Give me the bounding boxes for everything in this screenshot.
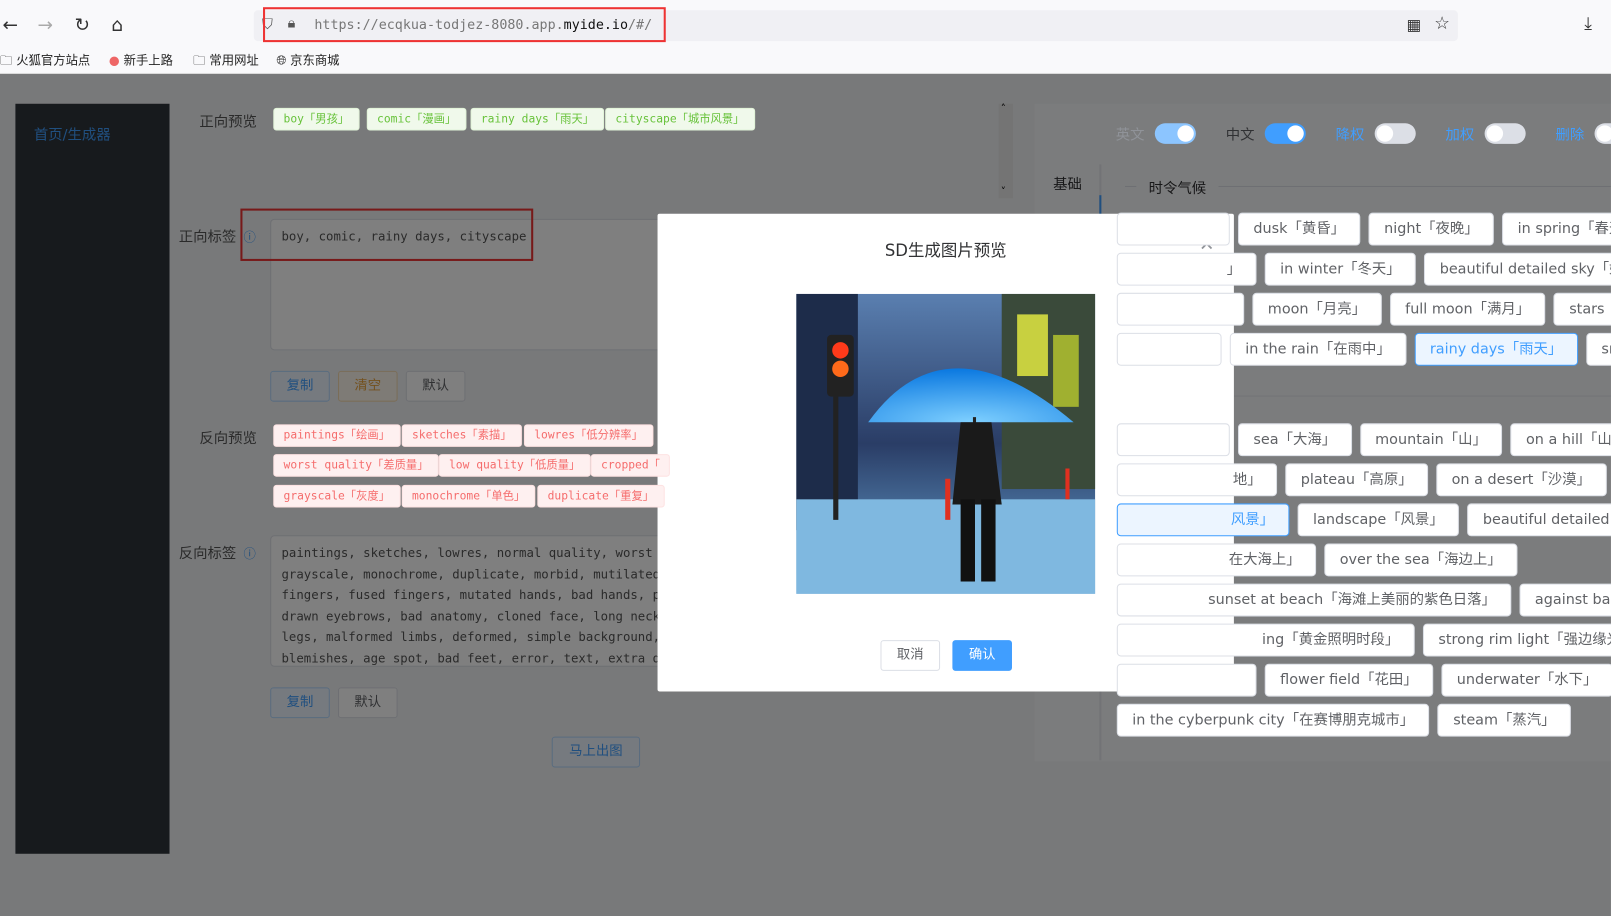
keyword-tag[interactable]: on a desert「沙漠」	[1436, 463, 1607, 497]
keyword-tag[interactable]: flower field「花田」	[1264, 663, 1434, 697]
keyword-tag[interactable]: dusk「黄昏」	[1238, 212, 1361, 246]
tag-row: 」in winter「冬天」beautiful detailed sky「好天」	[1116, 252, 1611, 286]
keyword-tag[interactable]: moon「月亮」	[1252, 292, 1382, 326]
toggle-label: 加权	[1445, 127, 1475, 144]
back-icon[interactable]: ←	[0, 14, 23, 36]
keyword-tag[interactable]	[1116, 292, 1245, 326]
negative-tag[interactable]: lowres「低分辨率」	[523, 424, 654, 447]
tag-row: 风景」landscape「风景」beautiful detailed water	[1116, 503, 1611, 537]
confirm-button[interactable]: 确认	[952, 640, 1012, 671]
tag-row: moon「月亮」full moon「满月」stars「星星」	[1116, 292, 1611, 326]
tag-row: in the cyberpunk city「在赛博朋克城市」 steam「蒸汽」	[1116, 703, 1571, 737]
keyword-tag[interactable]: 风景」	[1116, 503, 1290, 537]
keyword-tag[interactable]: beautiful detailed water	[1467, 503, 1611, 537]
negative-tag[interactable]: grayscale「灰度」	[273, 484, 401, 508]
negative-tag[interactable]: low quality「低质量」	[438, 454, 591, 477]
negative-tag[interactable]: monochrome「单色」	[401, 484, 536, 508]
keyword-tag[interactable]: in spring「春天」	[1502, 212, 1611, 246]
toggle-switch[interactable]	[1374, 123, 1416, 144]
keyword-tag[interactable]: 」	[1116, 252, 1257, 286]
keyword-tag[interactable]: steam「蒸汽」	[1437, 703, 1571, 737]
keyword-tag[interactable]: underwater「水下」	[1441, 663, 1611, 697]
toggle-switch[interactable]	[1484, 123, 1526, 144]
keyword-tag[interactable]: beautiful detailed sky「好天」	[1424, 252, 1611, 286]
tag-row: sea「大海」mountain「山」on a hill「山上」	[1116, 423, 1611, 457]
tag-row: dusk「黄昏」night「夜晚」in spring「春天」	[1116, 212, 1611, 246]
keyword-tag[interactable]: stars「星星」	[1553, 292, 1611, 326]
keyword-tag[interactable]: in the cyberpunk city「在赛博朋克城市」	[1116, 703, 1430, 737]
bookmark-globe[interactable]: 🌐︎ 京东商城	[276, 51, 339, 68]
keyword-tag[interactable]: plateau「高原」	[1285, 463, 1429, 497]
tag-row: 在大海上」 over the sea「海边上」	[1116, 543, 1518, 577]
keyword-tag[interactable]: over the sea「海边上」	[1324, 543, 1518, 577]
negative-tag[interactable]: duplicate「重复」	[537, 484, 665, 508]
keyword-tag[interactable]: in the rain「在雨中」	[1229, 332, 1407, 366]
toggle-label: 删除	[1555, 127, 1585, 144]
tag-row: flower field「花田」underwater「水下」e	[1116, 663, 1611, 697]
keyword-tag[interactable]: 地」	[1116, 463, 1278, 497]
keyword-tag[interactable]: sea「大海」	[1238, 423, 1352, 457]
tag-row: sunset at beach「海滩上美丽的紫色日落」against backl	[1116, 583, 1611, 617]
keyword-tag[interactable]: landscape「风景」	[1297, 503, 1460, 537]
positive-tag[interactable]: boy「男孩」	[273, 107, 360, 131]
keyword-tag[interactable]: sunset at beach「海滩上美丽的紫色日落」	[1116, 583, 1512, 617]
toggle-switch[interactable]	[1264, 123, 1306, 144]
star-icon[interactable]: ☆	[1434, 13, 1450, 34]
highlight-box	[263, 7, 666, 43]
toggle-switch[interactable]	[1154, 123, 1196, 144]
keyword-tag[interactable]: night「夜晚」	[1368, 212, 1495, 246]
negative-tag[interactable]: sketches「素描」	[401, 424, 522, 447]
negative-tag[interactable]: cropped「	[590, 454, 671, 477]
keyword-tag[interactable]: mountain「山」	[1359, 423, 1503, 457]
keyword-tag[interactable]: in winter「冬天」	[1264, 252, 1417, 286]
cancel-button[interactable]: 取消	[880, 640, 941, 671]
positive-tag[interactable]: cityscape「城市风景」	[605, 107, 755, 131]
keyword-tag[interactable]: 在大海上」	[1116, 543, 1317, 577]
positive-tag[interactable]: comic「漫画」	[366, 107, 467, 131]
tag-row: in the rain「在雨中」rainy days「雨天」 snow	[1116, 332, 1611, 366]
keyword-tag[interactable]: on a hill「山上」	[1510, 423, 1611, 457]
bookmark-folder[interactable]: 🗀︎ 火狐官方站点	[0, 51, 90, 73]
toggle-label: 降权	[1335, 127, 1365, 144]
qr-code-icon[interactable]: ▦	[1407, 15, 1422, 33]
tag-row: 地」plateau「高原」on a desert「沙漠」i	[1116, 463, 1611, 497]
negative-tag[interactable]: worst quality「差质量」	[273, 454, 439, 477]
keyword-tag[interactable]	[1116, 332, 1222, 366]
toggle-switch[interactable]	[1594, 123, 1611, 144]
reload-icon[interactable]: ↻	[70, 14, 95, 36]
bookmark-folder[interactable]: 🗀︎ 常用网址	[193, 51, 259, 73]
tag-row: ing「黄金照明时段」strong rim light「强边缘光」	[1116, 623, 1611, 657]
download-icon[interactable]: ⤓	[1584, 13, 1592, 34]
bookmark-firefox[interactable]: ● 新手上路	[109, 51, 173, 68]
negative-tag[interactable]: paintings「绘画」	[273, 424, 401, 447]
keyword-tag[interactable]: ing「黄金照明时段」	[1116, 623, 1415, 657]
keyword-tag[interactable]: snow	[1585, 332, 1611, 366]
keyword-tag[interactable]	[1116, 663, 1257, 697]
keyword-tag[interactable]: strong rim light「强边缘光」	[1422, 623, 1611, 657]
positive-tag[interactable]: rainy days「雨天」	[470, 107, 605, 131]
forward-icon[interactable]: →	[33, 14, 58, 36]
toggle-label: 中文	[1225, 127, 1255, 144]
keyword-tag[interactable]: rainy days「雨天」	[1414, 332, 1578, 366]
home-icon[interactable]: ⌂	[105, 14, 130, 36]
keyword-tag[interactable]: full moon「满月」	[1389, 292, 1546, 326]
generated-image	[796, 293, 1096, 594]
keyword-tag[interactable]	[1116, 423, 1230, 457]
keyword-tag[interactable]: against backl	[1519, 583, 1611, 617]
toggle-label: 英文	[1115, 127, 1145, 144]
keyword-tag[interactable]	[1116, 212, 1230, 246]
browser-toolbar: ← → ↻ ⌂ ⛉ 🔒︎ https://ecqkua-todjez-8080.…	[0, 0, 1611, 74]
